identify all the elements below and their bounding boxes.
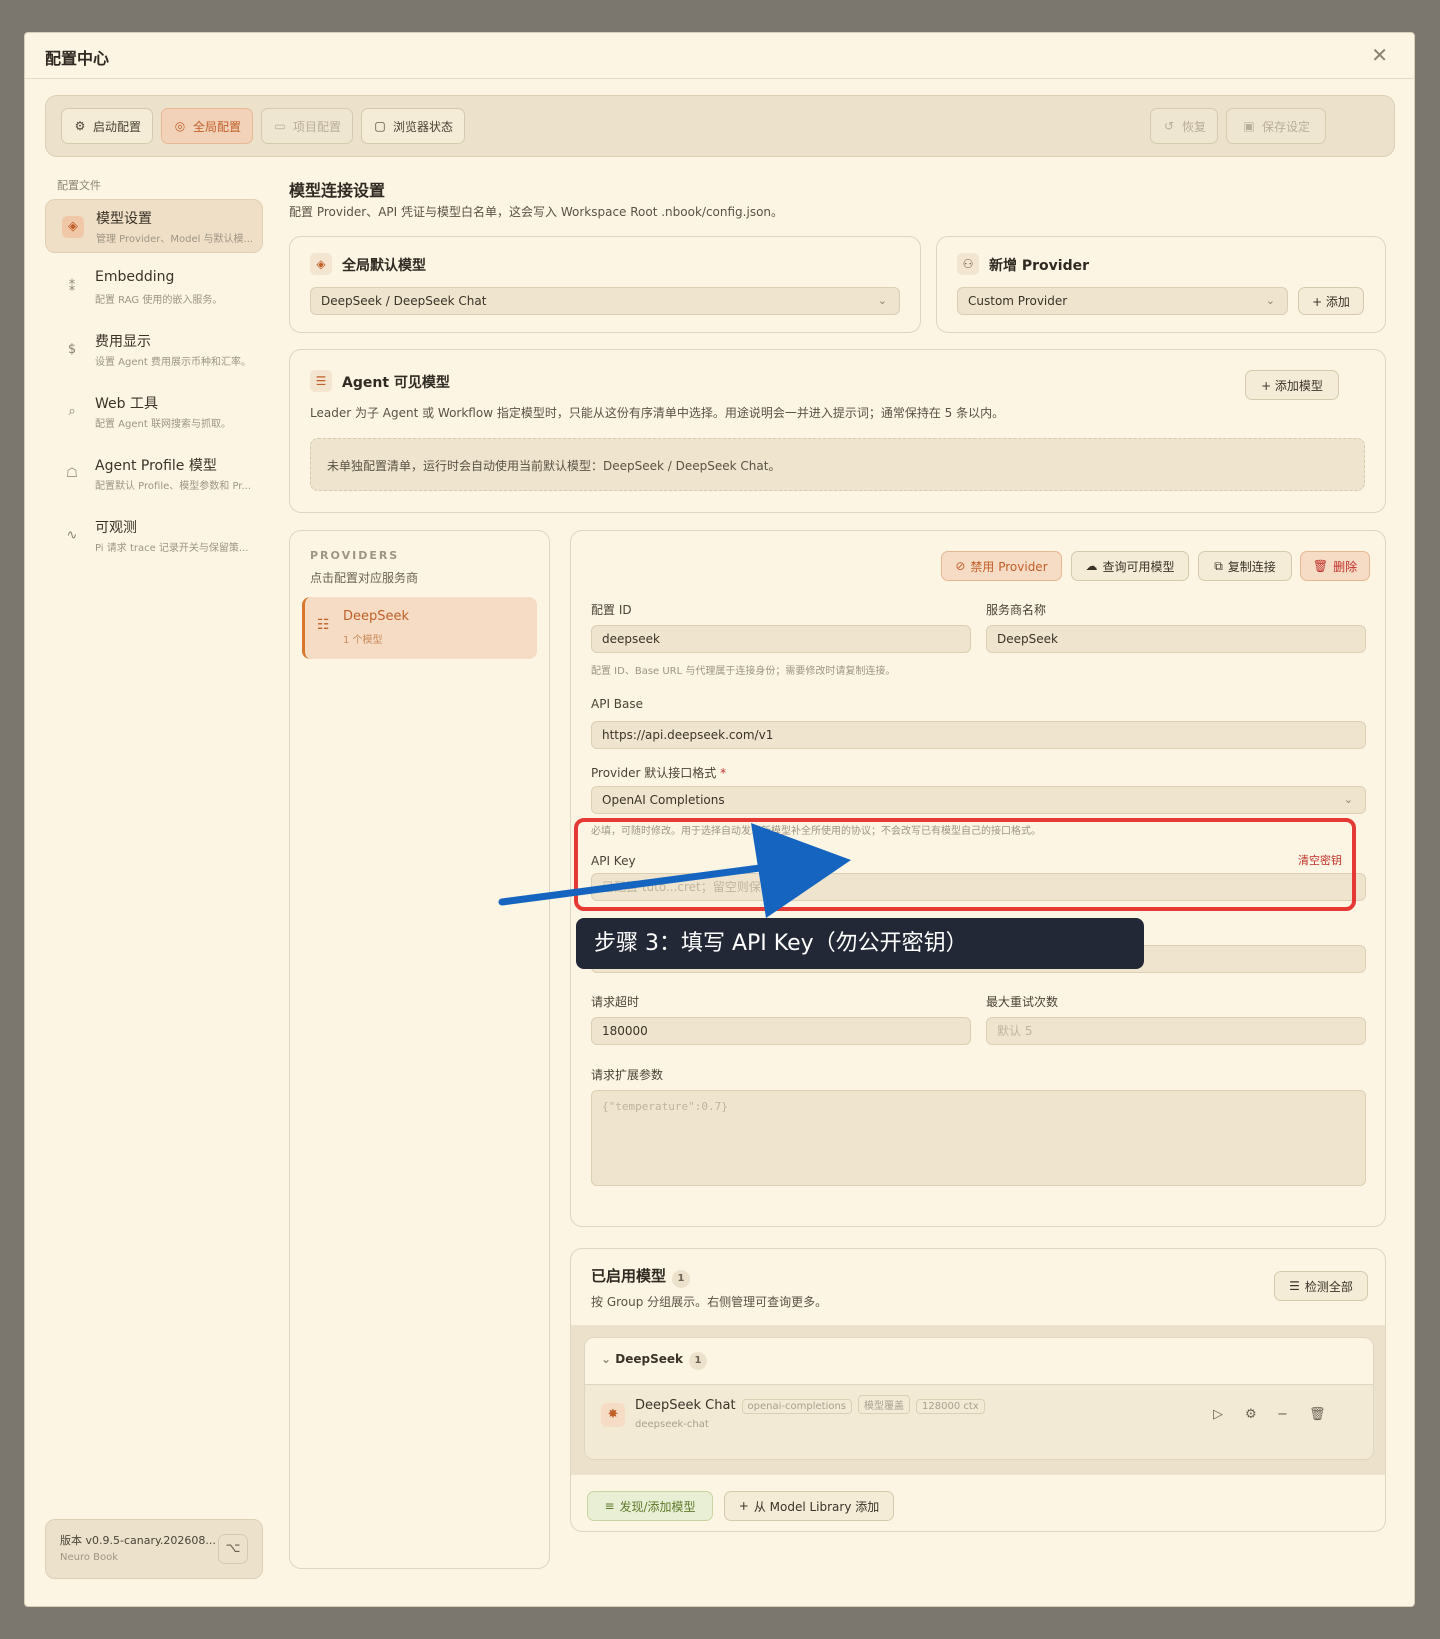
step-callout: 步骤 3：填写 API Key（勿公开密钥）	[576, 918, 1144, 969]
arrow-head	[751, 823, 851, 918]
annotation-arrow	[498, 823, 851, 918]
arrow-shaft	[498, 864, 764, 906]
